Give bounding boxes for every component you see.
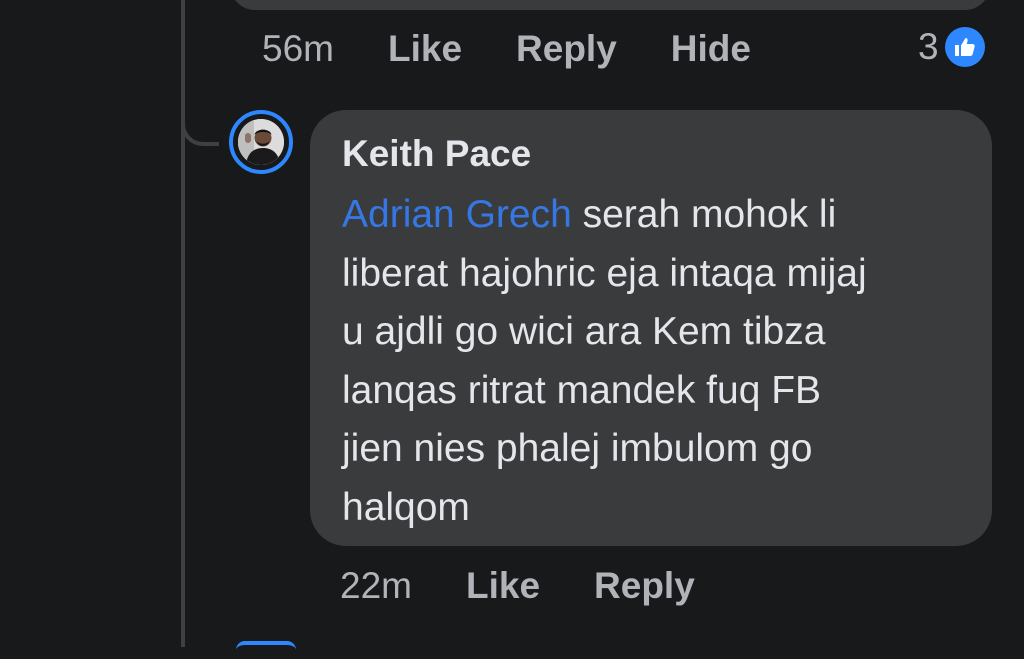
reply-button[interactable]: Reply: [516, 28, 617, 70]
reply-connector-line: [181, 100, 219, 146]
comment-line: jien nies phalej imbulom go: [342, 427, 813, 470]
comment-line: halqom: [342, 485, 470, 529]
comment-timestamp[interactable]: 22m: [340, 565, 412, 607]
previous-comment-bubble: [230, 0, 990, 10]
hide-button[interactable]: Hide: [671, 28, 751, 70]
mention-link[interactable]: Adrian Grech: [342, 193, 572, 236]
like-thumb-icon: [944, 27, 985, 67]
comment-line: u ajdli go wici ara Kem tibza: [342, 310, 826, 353]
previous-comment-actions: 56m Like Reply Hide: [262, 28, 805, 70]
like-button[interactable]: Like: [388, 28, 462, 70]
avatar[interactable]: [229, 110, 293, 174]
comment-text: Adrian Grech serah mohok li liberat hajo…: [342, 186, 972, 537]
profile-photo: [238, 119, 284, 165]
comment-line: lanqas ritrat mandek fuq FB: [342, 368, 822, 412]
reply-comment-actions: 22m Like Reply: [340, 565, 749, 607]
thread-line: [181, 0, 185, 647]
comment-timestamp[interactable]: 56m: [262, 28, 334, 70]
comment-line: liberat hajohric eja intaqa mijaj: [342, 251, 867, 295]
comment-author[interactable]: Keith Pace: [342, 132, 962, 176]
like-button[interactable]: Like: [466, 565, 540, 607]
comment-line: serah mohok li: [571, 193, 837, 236]
reply-button[interactable]: Reply: [594, 565, 695, 607]
next-avatar-edge: [236, 641, 296, 659]
reaction-count: 3: [918, 26, 939, 67]
reply-comment-bubble: Keith Pace Adrian Grech serah mohok li l…: [310, 110, 992, 546]
reaction-summary[interactable]: 3: [918, 26, 985, 68]
